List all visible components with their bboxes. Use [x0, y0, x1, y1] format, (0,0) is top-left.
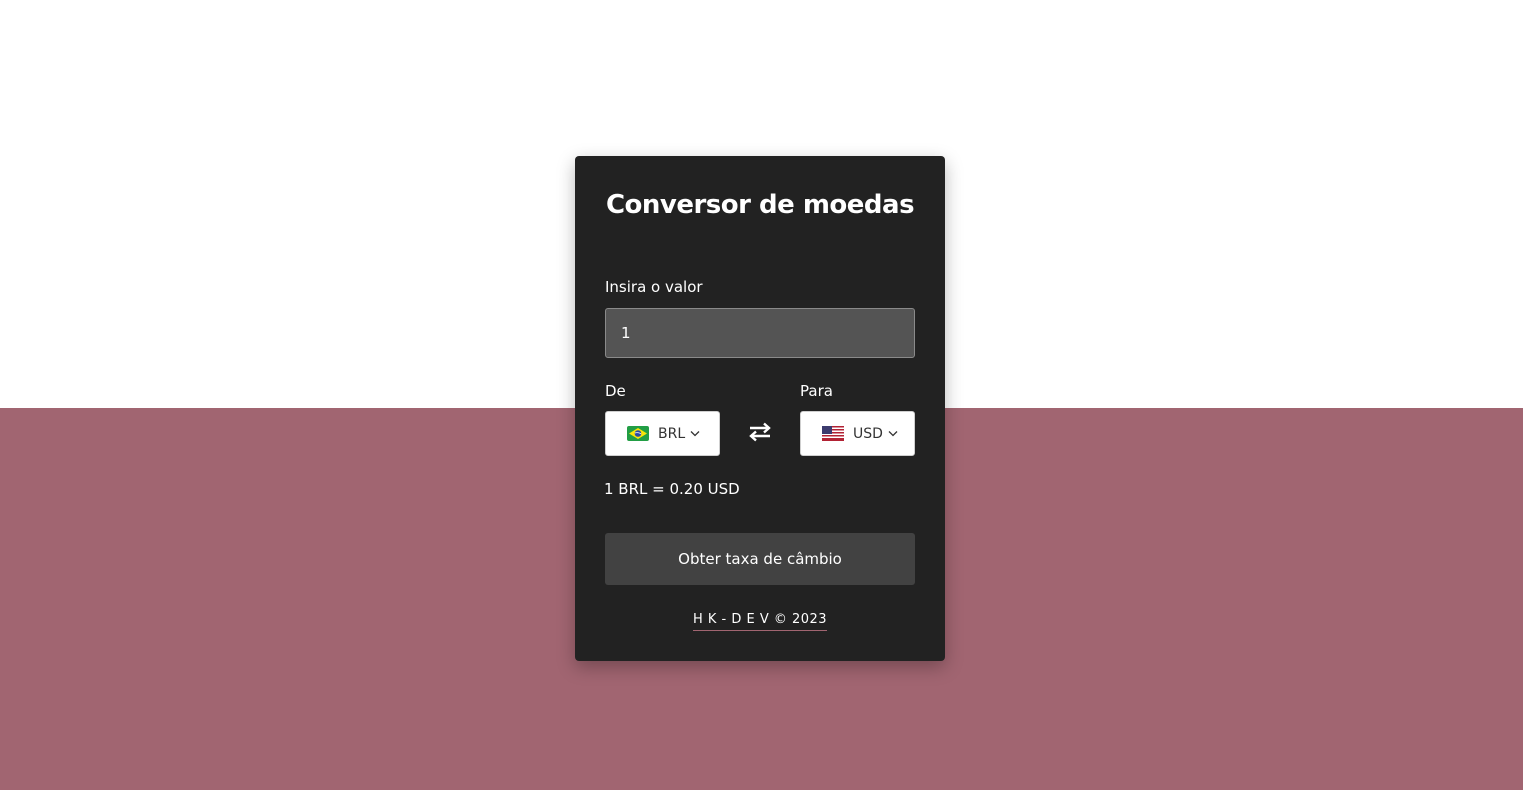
card-title: Conversor de moedas — [605, 190, 915, 220]
to-currency-code: USD — [853, 425, 883, 442]
swap-currencies-button[interactable] — [745, 417, 775, 447]
chevron-down-icon — [888, 430, 898, 437]
swap-arrows-icon — [749, 422, 771, 442]
amount-label: Insira o valor — [605, 278, 703, 296]
chevron-down-icon — [690, 430, 700, 437]
from-currency-code: BRL — [658, 425, 686, 442]
footer: H K - D E V © 2023 — [575, 608, 945, 631]
to-currency-select[interactable]: USD — [800, 411, 915, 456]
amount-input[interactable] — [605, 308, 915, 358]
converter-card: Conversor de moedas Insira o valor De BR… — [575, 156, 945, 661]
brazil-flag-icon — [627, 426, 649, 441]
from-currency-select[interactable]: BRL — [605, 411, 720, 456]
footer-credit-link[interactable]: H K - D E V © 2023 — [692, 612, 828, 631]
us-flag-icon — [822, 426, 844, 441]
from-label: De — [605, 382, 626, 400]
get-exchange-rate-button[interactable]: Obter taxa de câmbio — [605, 533, 915, 585]
to-label: Para — [800, 382, 833, 400]
exchange-rate-text: 1 BRL = 0.20 USD — [604, 480, 740, 498]
